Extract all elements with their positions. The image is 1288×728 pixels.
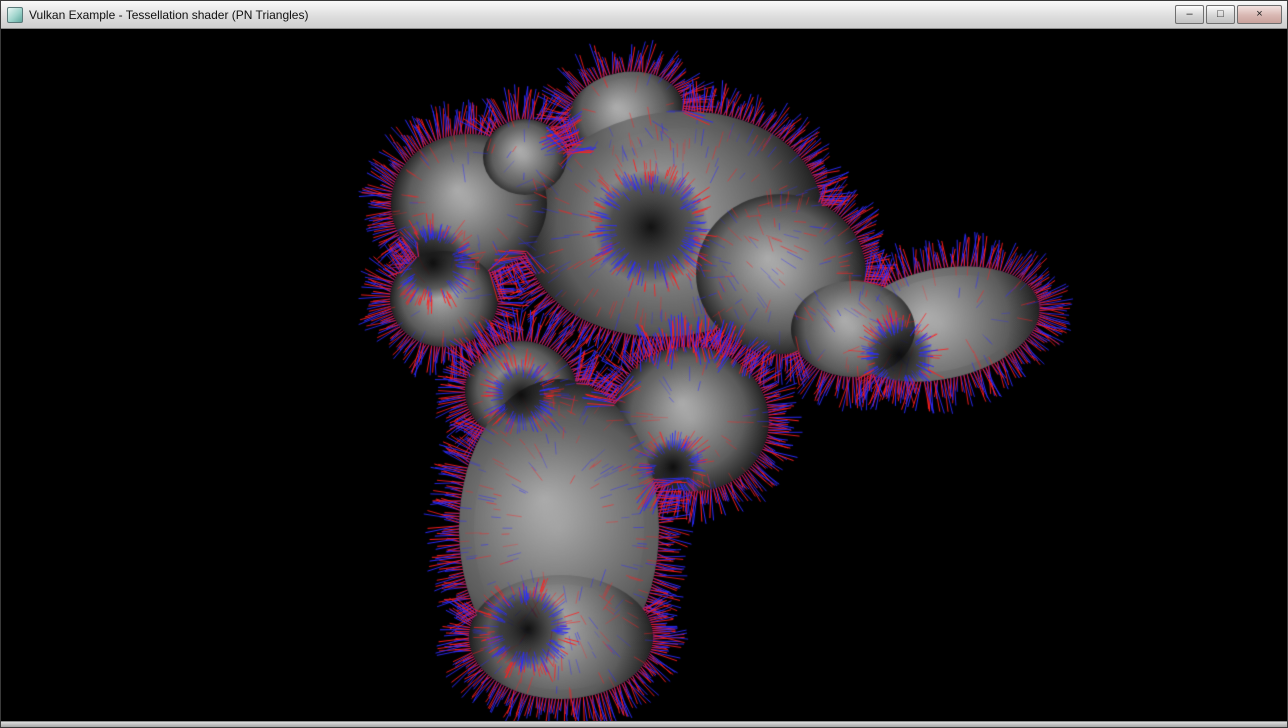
app-icon[interactable] [7, 7, 23, 23]
title-bar[interactable]: Vulkan Example - Tessellation shader (PN… [1, 1, 1287, 29]
render-viewport[interactable] [1, 29, 1287, 721]
minimize-button[interactable]: – [1175, 5, 1204, 24]
window-title: Vulkan Example - Tessellation shader (PN… [29, 8, 308, 22]
viewport [1, 29, 1287, 721]
window-frame-bottom[interactable] [1, 721, 1287, 727]
close-button[interactable]: × [1237, 5, 1282, 24]
window-controls: – □ × [1175, 5, 1282, 24]
maximize-button[interactable]: □ [1206, 5, 1235, 24]
app-window: Vulkan Example - Tessellation shader (PN… [0, 0, 1288, 728]
